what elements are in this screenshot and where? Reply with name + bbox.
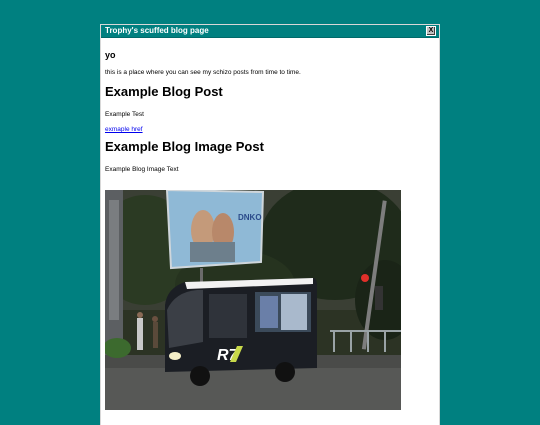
blog-window: Trophy's scuffed blog page X yo this is … — [101, 25, 439, 425]
close-button[interactable]: X — [426, 26, 436, 36]
bus: R7 — [165, 278, 317, 386]
billboard-text: DNKO — [238, 213, 262, 222]
image-post-title: Example Blog Image Post — [105, 139, 264, 154]
greeting-heading: yo — [105, 50, 116, 60]
window-title: Trophy's scuffed blog page — [105, 26, 209, 35]
street-photo: DNKO R7 — [105, 190, 401, 410]
post-link[interactable]: exmaple href — [105, 126, 435, 133]
image-post-text: Example Blog Image Text — [105, 166, 179, 173]
window-titlebar[interactable]: Trophy's scuffed blog page X — [101, 25, 439, 38]
post-text: Example Test — [105, 111, 144, 118]
post-title: Example Blog Post — [105, 84, 223, 99]
blog-content: yo this is a place where you can see my … — [101, 50, 439, 410]
intro-text: this is a place where you can see my sch… — [105, 69, 301, 76]
